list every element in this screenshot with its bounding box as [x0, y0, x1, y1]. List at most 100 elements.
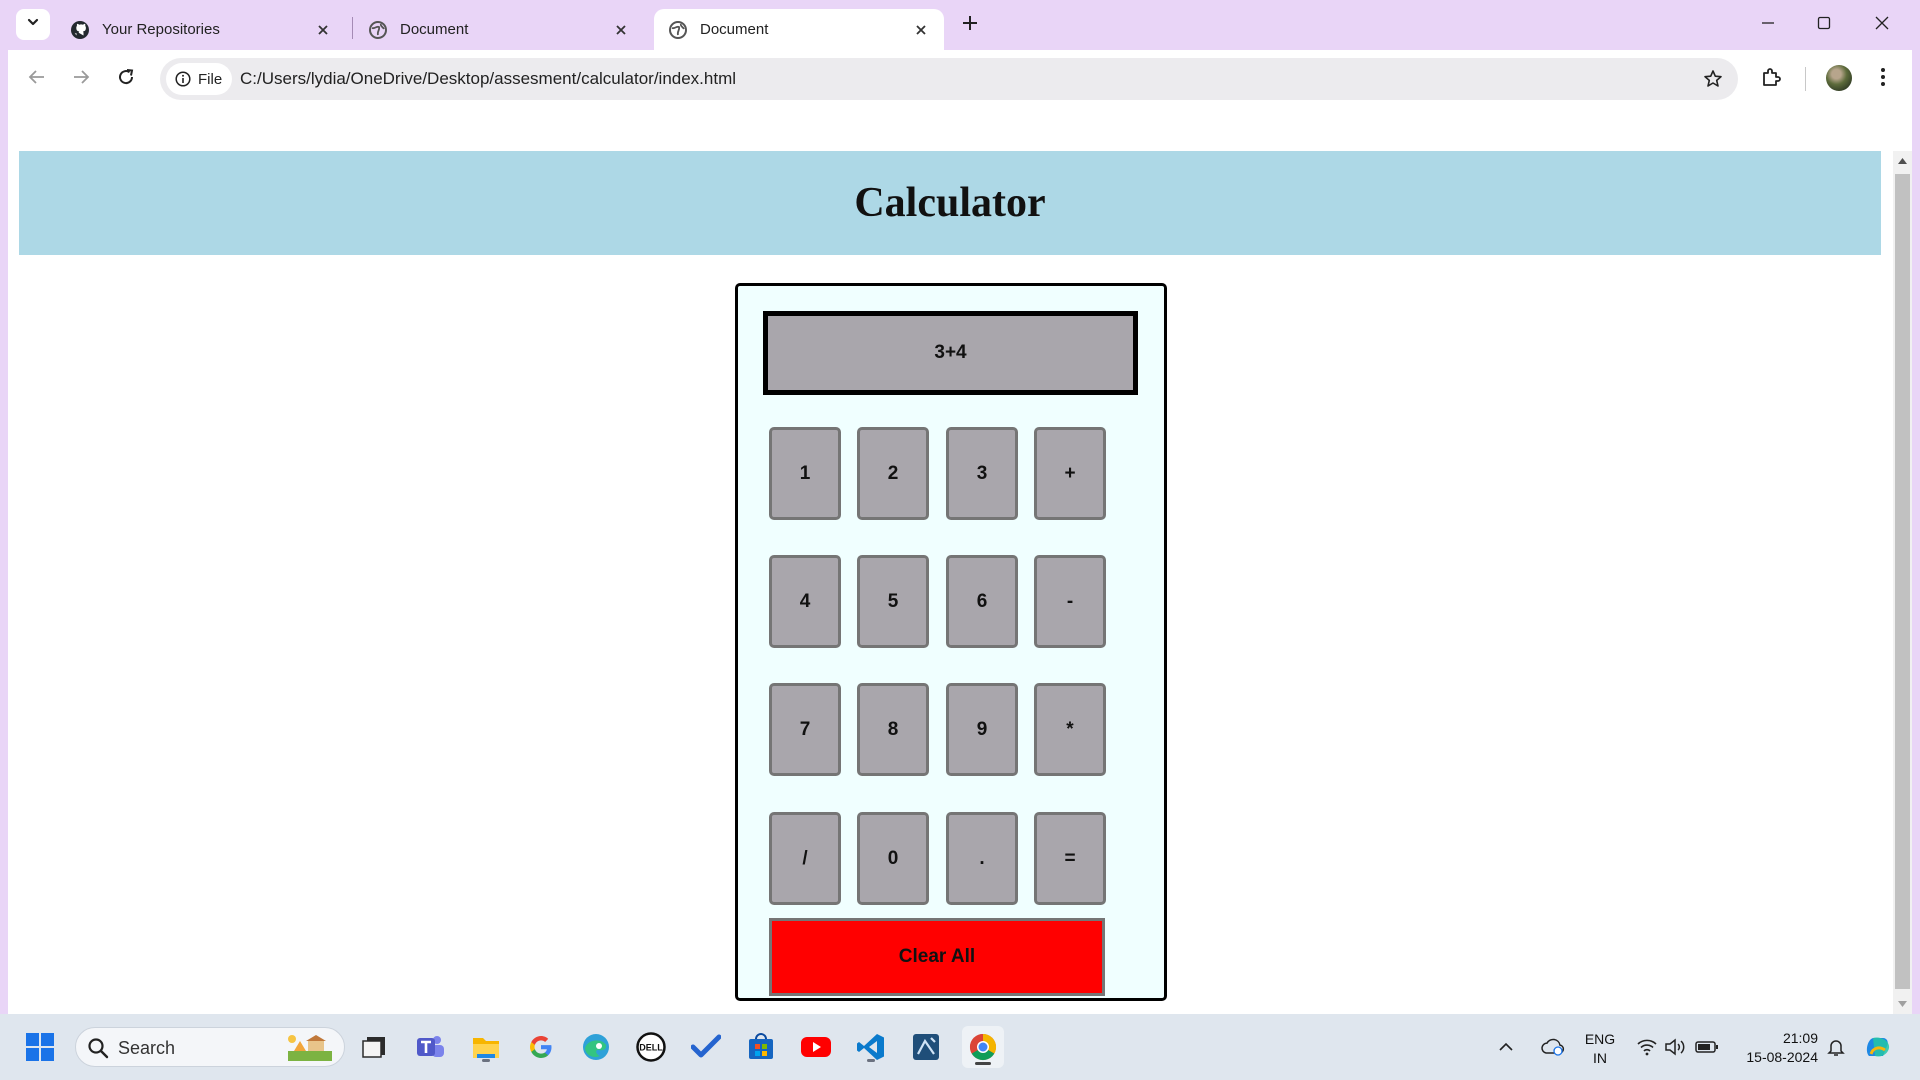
key-minus[interactable]: - [1034, 555, 1106, 648]
copilot-icon[interactable] [1860, 1029, 1896, 1065]
browser-toolbar: File C:/Users/lydia/OneDrive/Desktop/ass… [0, 50, 1920, 108]
key-4[interactable]: 4 [769, 555, 841, 648]
calculator: 3+4 1 2 3 + 4 5 6 - 7 8 9 * / 0 . = Clea… [735, 283, 1167, 1001]
running-indicator [867, 1059, 875, 1062]
tab-title: Your Repositories [102, 21, 220, 38]
url-text[interactable]: C:/Users/lydia/OneDrive/Desktop/assesmen… [240, 69, 736, 89]
address-bar[interactable]: File C:/Users/lydia/OneDrive/Desktop/ass… [160, 58, 1738, 100]
key-3[interactable]: 3 [946, 427, 1018, 520]
search-label: Search [118, 1038, 176, 1058]
clear-all-button[interactable]: Clear All [769, 918, 1105, 996]
windows-start-icon[interactable] [22, 1029, 58, 1065]
key-decimal[interactable]: . [946, 812, 1018, 905]
todo-icon[interactable] [688, 1029, 724, 1065]
window-frame-right [1912, 50, 1920, 1014]
edge-icon[interactable] [578, 1029, 614, 1065]
wifi-icon[interactable] [1634, 1029, 1660, 1065]
page-header: Calculator [19, 151, 1881, 255]
notification-bell-icon[interactable] [1824, 1029, 1848, 1065]
system-clock[interactable]: 21:09 15-08-2024 [1738, 1029, 1818, 1067]
forward-button[interactable] [66, 64, 96, 94]
globe-icon [368, 20, 388, 40]
running-indicator [482, 1059, 490, 1062]
arrow-left-icon [28, 68, 46, 91]
window-frame-left [0, 50, 8, 1014]
tab-separator [352, 17, 353, 39]
task-view-icon[interactable] [356, 1029, 392, 1065]
language-indicator[interactable]: ENG IN [1580, 1030, 1620, 1068]
vertical-scrollbar[interactable] [1893, 151, 1912, 1014]
google-icon[interactable] [523, 1029, 559, 1065]
youtube-icon[interactable] [798, 1029, 834, 1065]
profile-avatar[interactable] [1826, 65, 1852, 91]
minimize-button[interactable] [1752, 10, 1784, 40]
scroll-down-arrow-icon[interactable] [1893, 994, 1912, 1014]
tab-title: Document [700, 21, 769, 38]
tab-your-repositories[interactable]: Your Repositories [56, 9, 346, 50]
scroll-up-arrow-icon[interactable] [1893, 151, 1912, 171]
puzzle-icon [1760, 66, 1782, 93]
key-9[interactable]: 9 [946, 683, 1018, 776]
globe-icon [668, 20, 688, 40]
close-tab-icon[interactable] [314, 21, 332, 39]
key-equals[interactable]: = [1034, 812, 1106, 905]
volume-icon[interactable] [1662, 1029, 1688, 1065]
key-multiply[interactable]: * [1034, 683, 1106, 776]
clock-date: 15-08-2024 [1746, 1049, 1818, 1065]
tab-strip: Your Repositories Document Document [0, 0, 1920, 50]
app-icon[interactable] [908, 1029, 944, 1065]
chrome-icon[interactable] [962, 1026, 1004, 1068]
close-tab-icon[interactable] [912, 21, 930, 39]
arrow-right-icon [72, 68, 90, 91]
page-viewport: Calculator 3+4 1 2 3 + 4 5 6 - 7 8 9 * /… [8, 108, 1912, 1014]
site-chip-label: File [198, 70, 223, 88]
calculator-display: 3+4 [763, 311, 1138, 395]
svg-text:DELL: DELL [639, 1043, 663, 1053]
back-button[interactable] [22, 64, 52, 94]
key-7[interactable]: 7 [769, 683, 841, 776]
more-vertical-icon [1880, 67, 1886, 92]
maximize-icon [1817, 16, 1831, 35]
site-info-chip[interactable]: File [166, 63, 232, 95]
key-8[interactable]: 8 [857, 683, 929, 776]
tab-document[interactable]: Document [354, 9, 644, 50]
scrollbar-thumb[interactable] [1895, 174, 1910, 989]
extensions-button[interactable] [1756, 64, 1786, 94]
tab-title: Document [400, 21, 469, 38]
region-label: IN [1593, 1050, 1607, 1066]
tab-search-button[interactable] [16, 9, 50, 40]
running-indicator [975, 1062, 991, 1065]
key-plus[interactable]: + [1034, 427, 1106, 520]
browser-menu-button[interactable] [1868, 64, 1898, 94]
key-5[interactable]: 5 [857, 555, 929, 648]
info-icon [175, 71, 191, 87]
key-6[interactable]: 6 [946, 555, 1018, 648]
github-icon [70, 20, 90, 40]
close-window-button[interactable] [1866, 10, 1898, 40]
file-explorer-icon[interactable] [468, 1029, 504, 1065]
reload-icon [117, 68, 135, 91]
plus-icon [962, 15, 978, 36]
key-divide[interactable]: / [769, 812, 841, 905]
close-tab-icon[interactable] [612, 21, 630, 39]
chevron-up-icon[interactable] [1494, 1029, 1518, 1065]
key-0[interactable]: 0 [857, 812, 929, 905]
toolbar-divider [1805, 67, 1806, 91]
vscode-icon[interactable] [853, 1029, 889, 1065]
taskbar-search[interactable]: Search [75, 1027, 345, 1067]
tab-document-active[interactable]: Document [654, 9, 944, 50]
key-2[interactable]: 2 [857, 427, 929, 520]
key-1[interactable]: 1 [769, 427, 841, 520]
page-title: Calculator [854, 180, 1046, 226]
search-icon [87, 1037, 109, 1064]
close-icon [1875, 16, 1889, 35]
store-icon[interactable] [743, 1029, 779, 1065]
bookmark-star-icon[interactable] [1702, 68, 1724, 90]
battery-icon[interactable] [1692, 1029, 1722, 1065]
dell-icon[interactable]: DELL [633, 1029, 669, 1065]
new-tab-button[interactable] [958, 13, 982, 37]
reload-button[interactable] [111, 64, 141, 94]
onedrive-sync-icon[interactable] [1538, 1029, 1568, 1065]
teams-icon[interactable] [412, 1029, 448, 1065]
maximize-button[interactable] [1808, 10, 1840, 40]
